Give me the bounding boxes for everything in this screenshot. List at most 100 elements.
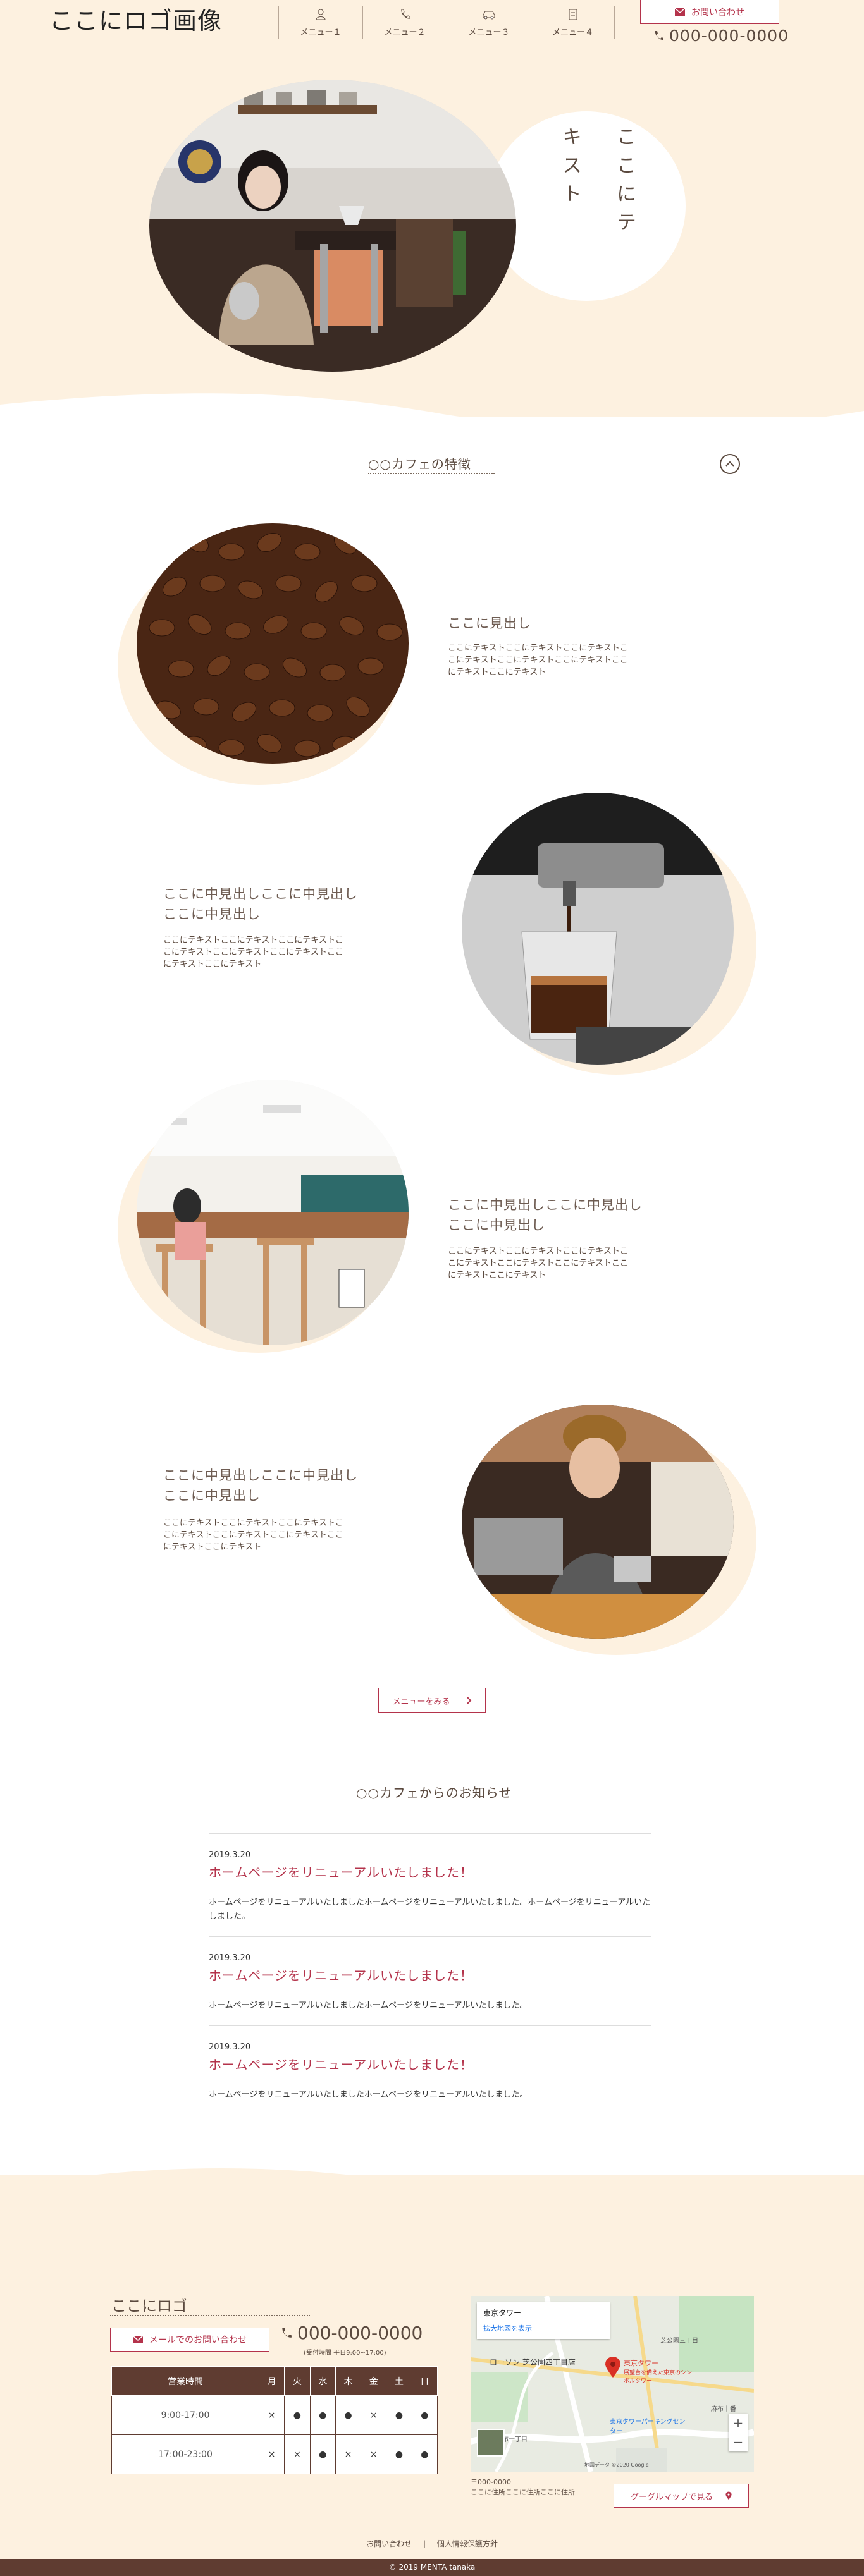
google-map-label: グーグルマップで見る [630,2492,713,2502]
main-nav: メニュー１ メニュー２ メニュー３ メニュー４ [278,6,615,39]
table-cell: × [335,2434,362,2474]
person-icon [316,9,326,20]
table-cell: ● [309,2395,336,2435]
map-enlarge-link[interactable]: 拡大地図を表示 [483,2323,603,2333]
mail-icon [675,8,685,16]
map-marker-sub: 展望台を備えた東京のシンボルタワー [624,2370,693,2384]
feature-1-image [137,523,409,764]
zoom-in-button[interactable]: + [729,2414,748,2433]
satellite-toggle[interactable] [477,2429,505,2457]
feature-3-text: ここにテキストここにテキストここにテキストここにテキストここにテキストここにテキ… [448,1247,628,1280]
table-cell: × [258,2434,285,2474]
table-cell: × [258,2395,285,2435]
table-cell: × [284,2434,311,2474]
table-header: 火 [284,2366,311,2396]
feature-1-text: ここにテキストここにテキストここにテキストここにテキストここにテキストここにテキ… [448,644,628,677]
zoom-controls: + − [729,2414,748,2451]
features-title: ○○カフェの特徴 [368,456,471,472]
news-item: 2019.3.20 ホームページをリニューアルいたしました！ ホームページをリニ… [209,1833,651,1936]
news-title-link[interactable]: ホームページをリニューアルいたしました！ [209,1862,651,1881]
hero-text: ここにテキスト [559,126,636,240]
nav-item-menu1[interactable]: メニュー１ [278,6,362,39]
copyright: © 2019 MENTA tanaka [0,2559,864,2576]
table-cell: 17:00-23:00 [111,2434,259,2474]
table-header: 金 [361,2366,387,2396]
map-info-card: 東京タワー 拡大地図を表示 [477,2302,610,2339]
chevron-right-icon [466,1697,471,1704]
table-cell: ● [335,2395,362,2435]
footer-wave [0,2168,864,2238]
hero-image [149,80,516,372]
address: ここに住所ここに住所ここに住所 [471,2488,575,2496]
zoom-out-button[interactable]: − [729,2433,748,2451]
table-header: 営業時間 [111,2366,259,2396]
feature-3-heading: ここに中見出しここに中見出しここに中見出し [448,1197,643,1233]
table-header: 日 [411,2366,438,2396]
news-title-link[interactable]: ホームページをリニューアルいたしました！ [209,1965,651,1984]
news-date: 2019.3.20 [209,1850,251,1860]
feature-2-image [462,793,734,1065]
table-row: 17:00-23:00 × × ● × × ● ● [111,2434,438,2474]
news-item: 2019.3.20 ホームページをリニューアルいたしました！ ホームページをリニ… [209,1936,651,2025]
phone-icon [282,2327,292,2338]
header-phone-number: 000-000-0000 [669,27,789,45]
news-title-link[interactable]: ホームページをリニューアルいたしました！ [209,2054,651,2073]
phone-icon [655,30,663,40]
nav-item-menu3[interactable]: メニュー３ [447,6,531,39]
google-map-button[interactable]: グーグルマップで見る [614,2484,749,2508]
table-header: 月 [258,2366,285,2396]
map-pin-icon [725,2491,732,2500]
feature-2-text: ここにテキストここにテキストここにテキストここにテキストここにテキストここにテキ… [163,936,343,969]
embedded-map[interactable]: 東京タワー 拡大地図を表示 ローソン 芝公園四丁目店 芝公園三丁目 東麻布一丁目… [471,2296,754,2472]
footer-link-separator: | [423,2539,426,2548]
mail-contact-label: メールでのお問い合わせ [149,2335,247,2345]
table-header: 水 [309,2366,336,2396]
features-heading: ○○カフェの特徴 [368,454,471,472]
footer-logo-underline [110,2315,310,2316]
mail-icon [133,2336,143,2343]
news-date: 2019.3.20 [209,1953,251,1963]
table-header-row: 営業時間 月 火 水 木 金 土 日 [111,2366,438,2396]
footer-phone: 000-000-0000 [280,2323,423,2343]
feature-3-image [137,1080,409,1345]
nav-item-menu2[interactable]: メニュー２ [362,6,447,39]
contact-button[interactable]: お問い合わせ [640,0,779,24]
contact-label: お問い合わせ [691,7,744,18]
table-cell: × [361,2395,387,2435]
mail-contact-button[interactable]: メールでのお問い合わせ [110,2328,269,2352]
hero-photo-illustration [149,80,516,372]
nav-label: メニュー２ [384,28,426,37]
footer-phone-number: 000-000-0000 [297,2323,423,2343]
feature-4-heading: ここに中見出しここに中見出しここに中見出し [163,1468,358,1503]
news-body: ホームページをリニューアルいたしましたホームページをリニューアルいたしました。 [209,2001,528,2010]
news-title: ○○カフェからのお知らせ [356,1785,512,1800]
table-cell: 9:00-17:00 [111,2395,259,2435]
cafe-interior-illustration [137,1080,409,1345]
table-cell: ● [309,2434,336,2474]
news-date: 2019.3.20 [209,2042,251,2052]
footer-link-privacy[interactable]: 個人情報保護方針 [437,2539,498,2548]
address-zip: 〒000-0000 [471,2478,511,2486]
nav-item-menu4[interactable]: メニュー４ [531,6,615,39]
features-title-underline [368,473,495,474]
table-header: 木 [335,2366,362,2396]
map-marker-label: 東京タワー [624,2359,658,2367]
view-menu-button[interactable]: メニューをみる [378,1688,486,1713]
table-cell: ● [386,2434,412,2474]
scroll-top-button[interactable] [720,454,740,474]
map-label: ローソン 芝公園四丁目店 [490,2358,576,2367]
table-cell: ● [411,2434,438,2474]
hero-wave [0,393,864,455]
nav-label: メニュー１ [300,28,342,37]
map-pin-icon[interactable] [605,2357,621,2378]
document-icon [569,9,577,20]
chevron-up-icon [725,461,734,467]
footer-links: お問い合わせ | 個人情報保護方針 [0,2538,864,2549]
view-menu-label: メニューをみる [392,1697,450,1707]
footer-logo[interactable]: ここにロゴ [111,2293,187,2316]
table-cell: ● [386,2395,412,2435]
nav-label: メニュー４ [552,28,593,37]
news-body: ホームページをリニューアルいたしましたホームページをリニューアルいたしました。 [209,2090,528,2099]
footer-link-contact[interactable]: お問い合わせ [366,2539,412,2548]
site-logo[interactable]: ここにロゴ画像 [49,1,222,36]
